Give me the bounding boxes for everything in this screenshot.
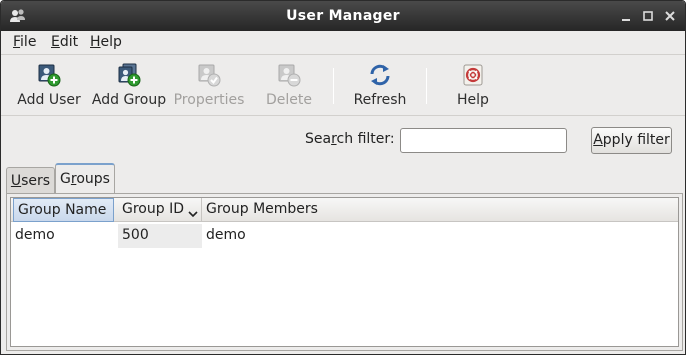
title-bar: User Manager [1, 1, 685, 31]
maximize-icon[interactable] [639, 7, 657, 25]
cell-group-members: demo [206, 227, 246, 243]
window-title: User Manager [286, 8, 400, 24]
column-header-group-id[interactable]: Group ID [118, 198, 202, 222]
refresh-label: Refresh [353, 92, 407, 108]
help-icon [461, 63, 485, 87]
tab-users-label: sers [21, 173, 51, 189]
menu-bar: File Edit Help [1, 31, 685, 55]
add-user-icon [37, 63, 61, 87]
tab-groups-post: oups [76, 171, 110, 187]
column-group-name-label: Group Name [18, 202, 107, 218]
cell-group-id: 500 [118, 224, 202, 248]
add-group-button[interactable]: Add Group [91, 56, 167, 116]
search-filter-input[interactable] [400, 128, 567, 153]
close-icon[interactable] [661, 7, 679, 25]
tab-groups[interactable]: Groups [55, 163, 115, 194]
user-manager-window: User Manager File Edit Help Add User Add… [0, 0, 686, 355]
delete-label: Delete [266, 92, 312, 108]
groups-table: Group Name Group ID Group Members demo 5… [10, 197, 679, 347]
minimize-icon[interactable] [617, 7, 635, 25]
menu-edit-label: dit [59, 34, 79, 50]
refresh-button[interactable]: Refresh [347, 56, 413, 116]
menu-file-mnemonic: F [13, 34, 21, 50]
search-row: Search filter: Apply filter [1, 117, 685, 163]
column-group-id-label: Group ID [122, 201, 184, 217]
help-label: Help [457, 92, 489, 108]
menu-help-mnemonic: H [90, 34, 101, 50]
properties-label: Properties [173, 92, 245, 108]
toolbar-separator [333, 68, 334, 104]
add-user-label: Add User [17, 92, 81, 108]
add-group-label: Add Group [91, 92, 167, 108]
add-group-icon [117, 63, 141, 87]
add-user-button[interactable]: Add User [13, 56, 85, 116]
menu-edit[interactable]: Edit [51, 34, 78, 50]
properties-icon [197, 63, 221, 87]
cell-group-name: demo [15, 227, 55, 243]
apply-filter-button[interactable]: Apply filter [591, 127, 672, 154]
menu-help[interactable]: Help [90, 34, 122, 50]
refresh-icon [368, 63, 392, 87]
properties-button[interactable]: Properties [171, 56, 247, 116]
search-label-pre: Sea [305, 131, 332, 147]
menu-edit-mnemonic: E [51, 34, 60, 50]
menu-file-label: ile [20, 34, 37, 50]
apply-filter-mnemonic: A [593, 132, 603, 148]
search-filter-label: Search filter: [305, 131, 395, 147]
apply-filter-label: pply filter [602, 132, 670, 148]
menu-help-label: elp [100, 34, 122, 50]
tab-users[interactable]: Users [6, 167, 55, 194]
menu-file[interactable]: File [13, 34, 36, 50]
groups-panel: Group Name Group ID Group Members demo 5… [6, 193, 683, 351]
toolbar-separator [426, 68, 427, 104]
column-header-group-name[interactable]: Group Name [13, 198, 114, 222]
delete-icon [277, 63, 301, 87]
delete-button[interactable]: Delete [259, 56, 319, 116]
help-button[interactable]: Help [445, 56, 501, 116]
toolbar: Add User Add Group Properties Delete Ref… [1, 56, 685, 116]
search-label-post: ch filter: [336, 131, 395, 147]
column-group-members-label: Group Members [206, 201, 318, 217]
table-header: Group Name Group ID Group Members [11, 198, 678, 222]
sort-descending-icon [188, 204, 198, 218]
table-row[interactable]: demo 500 demo [11, 224, 678, 248]
tab-groups-pre: G [60, 171, 71, 187]
column-header-group-members[interactable]: Group Members [202, 198, 678, 222]
tab-users-mnemonic: U [10, 173, 22, 189]
